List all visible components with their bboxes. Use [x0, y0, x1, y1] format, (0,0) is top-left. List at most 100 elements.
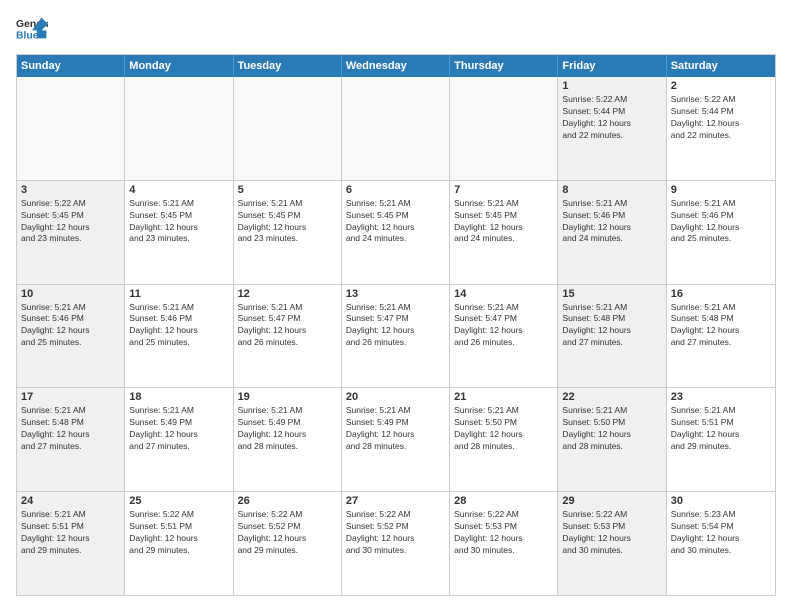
day-info: Sunrise: 5:22 AM Sunset: 5:53 PM Dayligh… [454, 509, 553, 557]
day-number: 24 [21, 495, 120, 507]
cal-cell-empty-0 [17, 77, 125, 180]
cal-cell-empty-2 [234, 77, 342, 180]
day-info: Sunrise: 5:22 AM Sunset: 5:45 PM Dayligh… [21, 198, 120, 246]
cal-cell-16: 16 Sunrise: 5:21 AM Sunset: 5:48 PM Dayli… [667, 285, 775, 388]
day-number: 20 [346, 391, 445, 403]
day-number: 22 [562, 391, 661, 403]
day-info: Sunrise: 5:21 AM Sunset: 5:45 PM Dayligh… [346, 198, 445, 246]
cal-cell-10: 10 Sunrise: 5:21 AM Sunset: 5:46 PM Dayli… [17, 285, 125, 388]
cal-cell-6: 6Sunrise: 5:21 AM Sunset: 5:45 PM Daylig… [342, 181, 450, 284]
day-info: Sunrise: 5:21 AM Sunset: 5:45 PM Dayligh… [129, 198, 228, 246]
cal-cell-20: 20Sunrise: 5:21 AM Sunset: 5:49 PM Dayli… [342, 388, 450, 491]
day-number: 30 [671, 495, 771, 507]
cal-cell-14: 14 Sunrise: 5:21 AM Sunset: 5:47 PM Dayli… [450, 285, 558, 388]
cal-cell-empty-4 [450, 77, 558, 180]
cal-cell-18: 18Sunrise: 5:21 AM Sunset: 5:49 PM Dayli… [125, 388, 233, 491]
day-number: 23 [671, 391, 771, 403]
day-number: 4 [129, 184, 228, 196]
header: General Blue [16, 16, 776, 44]
day-info: Sunrise: 5:21 AM Sunset: 5:51 PM Dayligh… [671, 405, 771, 453]
weekday-header-tuesday: Tuesday [234, 55, 342, 77]
day-number: 5 [238, 184, 337, 196]
cal-cell-8: 8 Sunrise: 5:21 AM Sunset: 5:46 PM Daylig… [558, 181, 666, 284]
day-number: 19 [238, 391, 337, 403]
day-info: Sunrise: 5:22 AM Sunset: 5:44 PM Dayligh… [671, 94, 771, 142]
weekday-header-monday: Monday [125, 55, 233, 77]
cal-cell-19: 19 Sunrise: 5:21 AM Sunset: 5:49 PM Dayli… [234, 388, 342, 491]
day-number: 13 [346, 288, 445, 300]
day-number: 21 [454, 391, 553, 403]
calendar-row-3: 10 Sunrise: 5:21 AM Sunset: 5:46 PM Dayli… [17, 285, 775, 389]
cal-cell-2: 2 Sunrise: 5:22 AM Sunset: 5:44 PM Daylig… [667, 77, 775, 180]
day-info: Sunrise: 5:22 AM Sunset: 5:52 PM Dayligh… [346, 509, 445, 557]
day-info: Sunrise: 5:21 AM Sunset: 5:47 PM Dayligh… [454, 302, 553, 350]
cal-cell-28: 28Sunrise: 5:22 AM Sunset: 5:53 PM Dayli… [450, 492, 558, 595]
day-info: Sunrise: 5:21 AM Sunset: 5:46 PM Dayligh… [129, 302, 228, 350]
day-info: Sunrise: 5:22 AM Sunset: 5:53 PM Dayligh… [562, 509, 661, 557]
weekday-header-friday: Friday [558, 55, 666, 77]
cal-cell-29: 29 Sunrise: 5:22 AM Sunset: 5:53 PM Dayli… [558, 492, 666, 595]
day-info: Sunrise: 5:23 AM Sunset: 5:54 PM Dayligh… [671, 509, 771, 557]
cal-cell-26: 26 Sunrise: 5:22 AM Sunset: 5:52 PM Dayli… [234, 492, 342, 595]
day-info: Sunrise: 5:22 AM Sunset: 5:44 PM Dayligh… [562, 94, 661, 142]
cal-cell-15: 15Sunrise: 5:21 AM Sunset: 5:48 PM Dayli… [558, 285, 666, 388]
day-info: Sunrise: 5:21 AM Sunset: 5:45 PM Dayligh… [238, 198, 337, 246]
cal-cell-12: 12Sunrise: 5:21 AM Sunset: 5:47 PM Dayli… [234, 285, 342, 388]
cal-cell-21: 21 Sunrise: 5:21 AM Sunset: 5:50 PM Dayli… [450, 388, 558, 491]
day-number: 10 [21, 288, 120, 300]
day-number: 25 [129, 495, 228, 507]
day-number: 1 [562, 80, 661, 92]
day-info: Sunrise: 5:21 AM Sunset: 5:48 PM Dayligh… [21, 405, 120, 453]
calendar-row-4: 17 Sunrise: 5:21 AM Sunset: 5:48 PM Dayli… [17, 388, 775, 492]
day-info: Sunrise: 5:21 AM Sunset: 5:46 PM Dayligh… [562, 198, 661, 246]
day-number: 16 [671, 288, 771, 300]
day-info: Sunrise: 5:21 AM Sunset: 5:50 PM Dayligh… [454, 405, 553, 453]
day-number: 12 [238, 288, 337, 300]
logo-icon: General Blue [16, 16, 48, 44]
logo: General Blue [16, 16, 48, 44]
day-number: 7 [454, 184, 553, 196]
day-number: 3 [21, 184, 120, 196]
cal-cell-1: 1 Sunrise: 5:22 AM Sunset: 5:44 PM Daylig… [558, 77, 666, 180]
weekday-header-sunday: Sunday [17, 55, 125, 77]
cal-cell-24: 24 Sunrise: 5:21 AM Sunset: 5:51 PM Dayli… [17, 492, 125, 595]
cal-cell-9: 9 Sunrise: 5:21 AM Sunset: 5:46 PM Daylig… [667, 181, 775, 284]
cal-cell-25: 25 Sunrise: 5:22 AM Sunset: 5:51 PM Dayli… [125, 492, 233, 595]
day-info: Sunrise: 5:21 AM Sunset: 5:49 PM Dayligh… [129, 405, 228, 453]
calendar-row-1: 1 Sunrise: 5:22 AM Sunset: 5:44 PM Daylig… [17, 77, 775, 181]
day-number: 8 [562, 184, 661, 196]
day-info: Sunrise: 5:22 AM Sunset: 5:52 PM Dayligh… [238, 509, 337, 557]
day-number: 27 [346, 495, 445, 507]
day-number: 2 [671, 80, 771, 92]
day-info: Sunrise: 5:21 AM Sunset: 5:46 PM Dayligh… [21, 302, 120, 350]
cal-cell-7: 7 Sunrise: 5:21 AM Sunset: 5:45 PM Daylig… [450, 181, 558, 284]
day-number: 14 [454, 288, 553, 300]
cal-cell-30: 30 Sunrise: 5:23 AM Sunset: 5:54 PM Dayli… [667, 492, 775, 595]
weekday-header-wednesday: Wednesday [342, 55, 450, 77]
day-number: 17 [21, 391, 120, 403]
day-number: 26 [238, 495, 337, 507]
cal-cell-23: 23 Sunrise: 5:21 AM Sunset: 5:51 PM Dayli… [667, 388, 775, 491]
day-info: Sunrise: 5:21 AM Sunset: 5:48 PM Dayligh… [671, 302, 771, 350]
day-info: Sunrise: 5:21 AM Sunset: 5:46 PM Dayligh… [671, 198, 771, 246]
calendar-row-5: 24 Sunrise: 5:21 AM Sunset: 5:51 PM Dayli… [17, 492, 775, 595]
calendar-row-2: 3 Sunrise: 5:22 AM Sunset: 5:45 PM Daylig… [17, 181, 775, 285]
cal-cell-22: 22 Sunrise: 5:21 AM Sunset: 5:50 PM Dayli… [558, 388, 666, 491]
page: General Blue SundayMondayTuesdayWednesda… [0, 0, 792, 612]
day-number: 9 [671, 184, 771, 196]
cal-cell-empty-3 [342, 77, 450, 180]
day-info: Sunrise: 5:21 AM Sunset: 5:48 PM Dayligh… [562, 302, 661, 350]
day-number: 29 [562, 495, 661, 507]
weekday-header-saturday: Saturday [667, 55, 775, 77]
day-info: Sunrise: 5:21 AM Sunset: 5:50 PM Dayligh… [562, 405, 661, 453]
cal-cell-17: 17 Sunrise: 5:21 AM Sunset: 5:48 PM Dayli… [17, 388, 125, 491]
cal-cell-27: 27 Sunrise: 5:22 AM Sunset: 5:52 PM Dayli… [342, 492, 450, 595]
cal-cell-13: 13Sunrise: 5:21 AM Sunset: 5:47 PM Dayli… [342, 285, 450, 388]
day-info: Sunrise: 5:21 AM Sunset: 5:51 PM Dayligh… [21, 509, 120, 557]
weekday-header-thursday: Thursday [450, 55, 558, 77]
day-info: Sunrise: 5:22 AM Sunset: 5:51 PM Dayligh… [129, 509, 228, 557]
cal-cell-11: 11Sunrise: 5:21 AM Sunset: 5:46 PM Dayli… [125, 285, 233, 388]
calendar-header: SundayMondayTuesdayWednesdayThursdayFrid… [17, 55, 775, 77]
day-info: Sunrise: 5:21 AM Sunset: 5:45 PM Dayligh… [454, 198, 553, 246]
day-info: Sunrise: 5:21 AM Sunset: 5:49 PM Dayligh… [238, 405, 337, 453]
